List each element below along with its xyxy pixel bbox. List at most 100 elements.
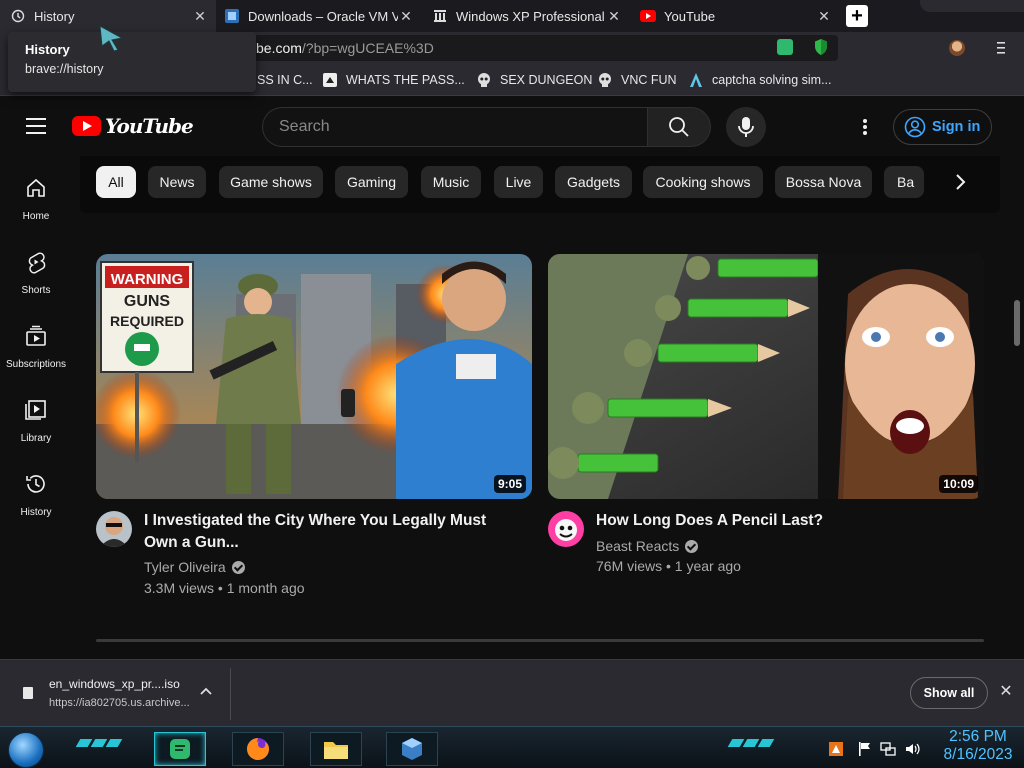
skull-icon [597,72,613,88]
archive-favicon [432,8,448,24]
video-title[interactable]: I Investigated the City Where You Legall… [144,510,524,554]
virtualbox-icon [402,738,422,760]
profile-avatar[interactable] [949,40,965,56]
chip-news[interactable]: News [148,166,206,198]
download-separator [230,668,231,720]
sidebar-item-subscriptions[interactable]: Subscriptions [0,304,72,378]
taskbar-decoration [75,739,123,747]
captcha-favicon [688,72,704,88]
youtube-logo[interactable]: YouTube [72,114,194,138]
mouse-cursor-icon [99,25,124,52]
skull-icon [476,72,492,88]
chip-bossa-nova[interactable]: Bossa Nova [775,166,872,198]
bookmark-item[interactable]: VNC FUN [597,64,677,96]
show-all-button[interactable]: Show all [910,677,988,709]
clock-date: 8/16/2023 [943,746,1013,763]
sidebar-item-shorts[interactable]: Shorts [0,230,72,304]
sidebar-label: Library [20,433,52,444]
url-host: be.com [256,40,302,56]
address-bar[interactable]: be.com/?bp=wgUCEAE%3D [230,35,838,61]
shield-icon[interactable] [813,38,829,56]
browser-menu-icon[interactable] [995,40,1007,56]
video-duration: 10:09 [939,475,978,493]
new-tab-button[interactable]: + [846,5,868,27]
taskbar-app-file-explorer[interactable] [310,732,362,766]
tab-label: Windows XP Professional SP3 [456,8,606,24]
network-icon[interactable] [880,741,896,757]
tab-label: YouTube [664,8,716,24]
bookmark-label: VNC FUN [621,73,677,87]
subscriptions-icon [26,325,46,346]
chip-live[interactable]: Live [494,166,543,198]
verified-icon [231,560,245,574]
home-icon [27,178,45,197]
sign-in-button[interactable]: Sign in [893,109,992,145]
logo-text: YouTube [105,114,194,138]
chip-music[interactable]: Music [421,166,481,198]
chip-game-shows[interactable]: Game shows [219,166,323,198]
taskbar-app-virtualbox[interactable] [386,732,438,766]
sign-in-label: Sign in [932,119,981,135]
window-controls[interactable] [920,0,1024,12]
sidebar-label: History [20,507,52,518]
search-button[interactable] [647,107,711,147]
close-tab-icon[interactable]: ✕ [398,8,414,24]
taskbar-app-firefox[interactable] [232,732,284,766]
channel-name[interactable]: Tyler Oliveira [144,559,245,575]
tab-downloads[interactable]: Downloads – Oracle VM VirtualBox ✕ [214,0,422,32]
close-downloads-icon[interactable]: ✕ [998,684,1014,700]
history-icon [26,475,45,493]
chip-gadgets[interactable]: Gadgets [555,166,632,198]
video-thumbnail[interactable]: WARNING GUNS REQUIRED 9:05 [96,254,532,499]
chip-gaming[interactable]: Gaming [335,166,408,198]
thumbnail-text: REQUIRED [110,313,184,329]
video-title[interactable]: How Long Does A Pencil Last? [596,510,976,532]
sidebar-item-library[interactable]: Library [0,378,72,452]
channel-avatar[interactable] [96,511,132,547]
file-icon [23,687,33,699]
extension-icon[interactable] [777,39,793,55]
sidebar-item-history[interactable]: History [0,452,72,526]
youtube-sidebar: Home Shorts Subscriptions Library Histor… [0,156,72,656]
video-meta: 3.3M views • 1 month ago [144,580,305,596]
chip-ba[interactable]: Ba [884,166,924,198]
page-scrollbar[interactable] [1014,300,1020,346]
video-thumbnail[interactable]: 10:09 [548,254,984,499]
sidebar-item-home[interactable]: Home [0,156,72,230]
tray-app-icon[interactable] [828,741,844,757]
volume-icon[interactable] [904,741,920,757]
video-title-line: Own a Gun... [144,534,239,551]
start-button[interactable] [8,732,44,768]
channel-name[interactable]: Beast Reacts [596,538,699,554]
chip-all[interactable]: All [96,166,136,198]
search-input[interactable]: Search [262,107,648,147]
flag-icon[interactable] [857,741,873,757]
chevron-up-icon[interactable] [200,686,212,696]
voice-search-button[interactable] [726,107,766,147]
bookmark-item[interactable]: captcha solving sim... [688,64,832,96]
close-tab-icon[interactable]: ✕ [192,8,208,24]
video-duration: 9:05 [493,475,526,493]
tab-youtube[interactable]: YouTube ✕ [630,0,840,32]
bookmark-item[interactable]: SEX DUNGEON [476,64,592,96]
bookmark-item[interactable]: WHATS THE PASS... [322,64,465,96]
thumbnail-text: WARNING [111,271,184,288]
bookmark-item[interactable]: SS IN C... [257,64,313,96]
folder-icon [324,742,348,759]
tooltip-subtitle: brave://history [25,62,104,76]
taskbar-app-notes[interactable] [154,732,206,766]
sidebar-label: Shorts [21,285,51,296]
thumbnail-image [548,254,984,499]
close-tab-icon[interactable]: ✕ [606,8,622,24]
screen: History ✕ Downloads – Oracle VM VirtualB… [0,0,1024,768]
chip-cooking-shows[interactable]: Cooking shows [643,166,763,198]
tab-windows-xp[interactable]: Windows XP Professional SP3 ✕ [422,0,630,32]
system-clock[interactable]: 2:56 PM 8/16/2023 [936,728,1020,764]
menu-icon[interactable] [26,118,46,134]
chevron-right-icon[interactable] [948,170,972,194]
channel-avatar[interactable] [548,511,584,547]
close-tab-icon[interactable]: ✕ [816,8,832,24]
notes-app-icon [170,739,190,759]
more-options-icon[interactable] [858,118,872,136]
downloads-favicon [224,8,240,24]
